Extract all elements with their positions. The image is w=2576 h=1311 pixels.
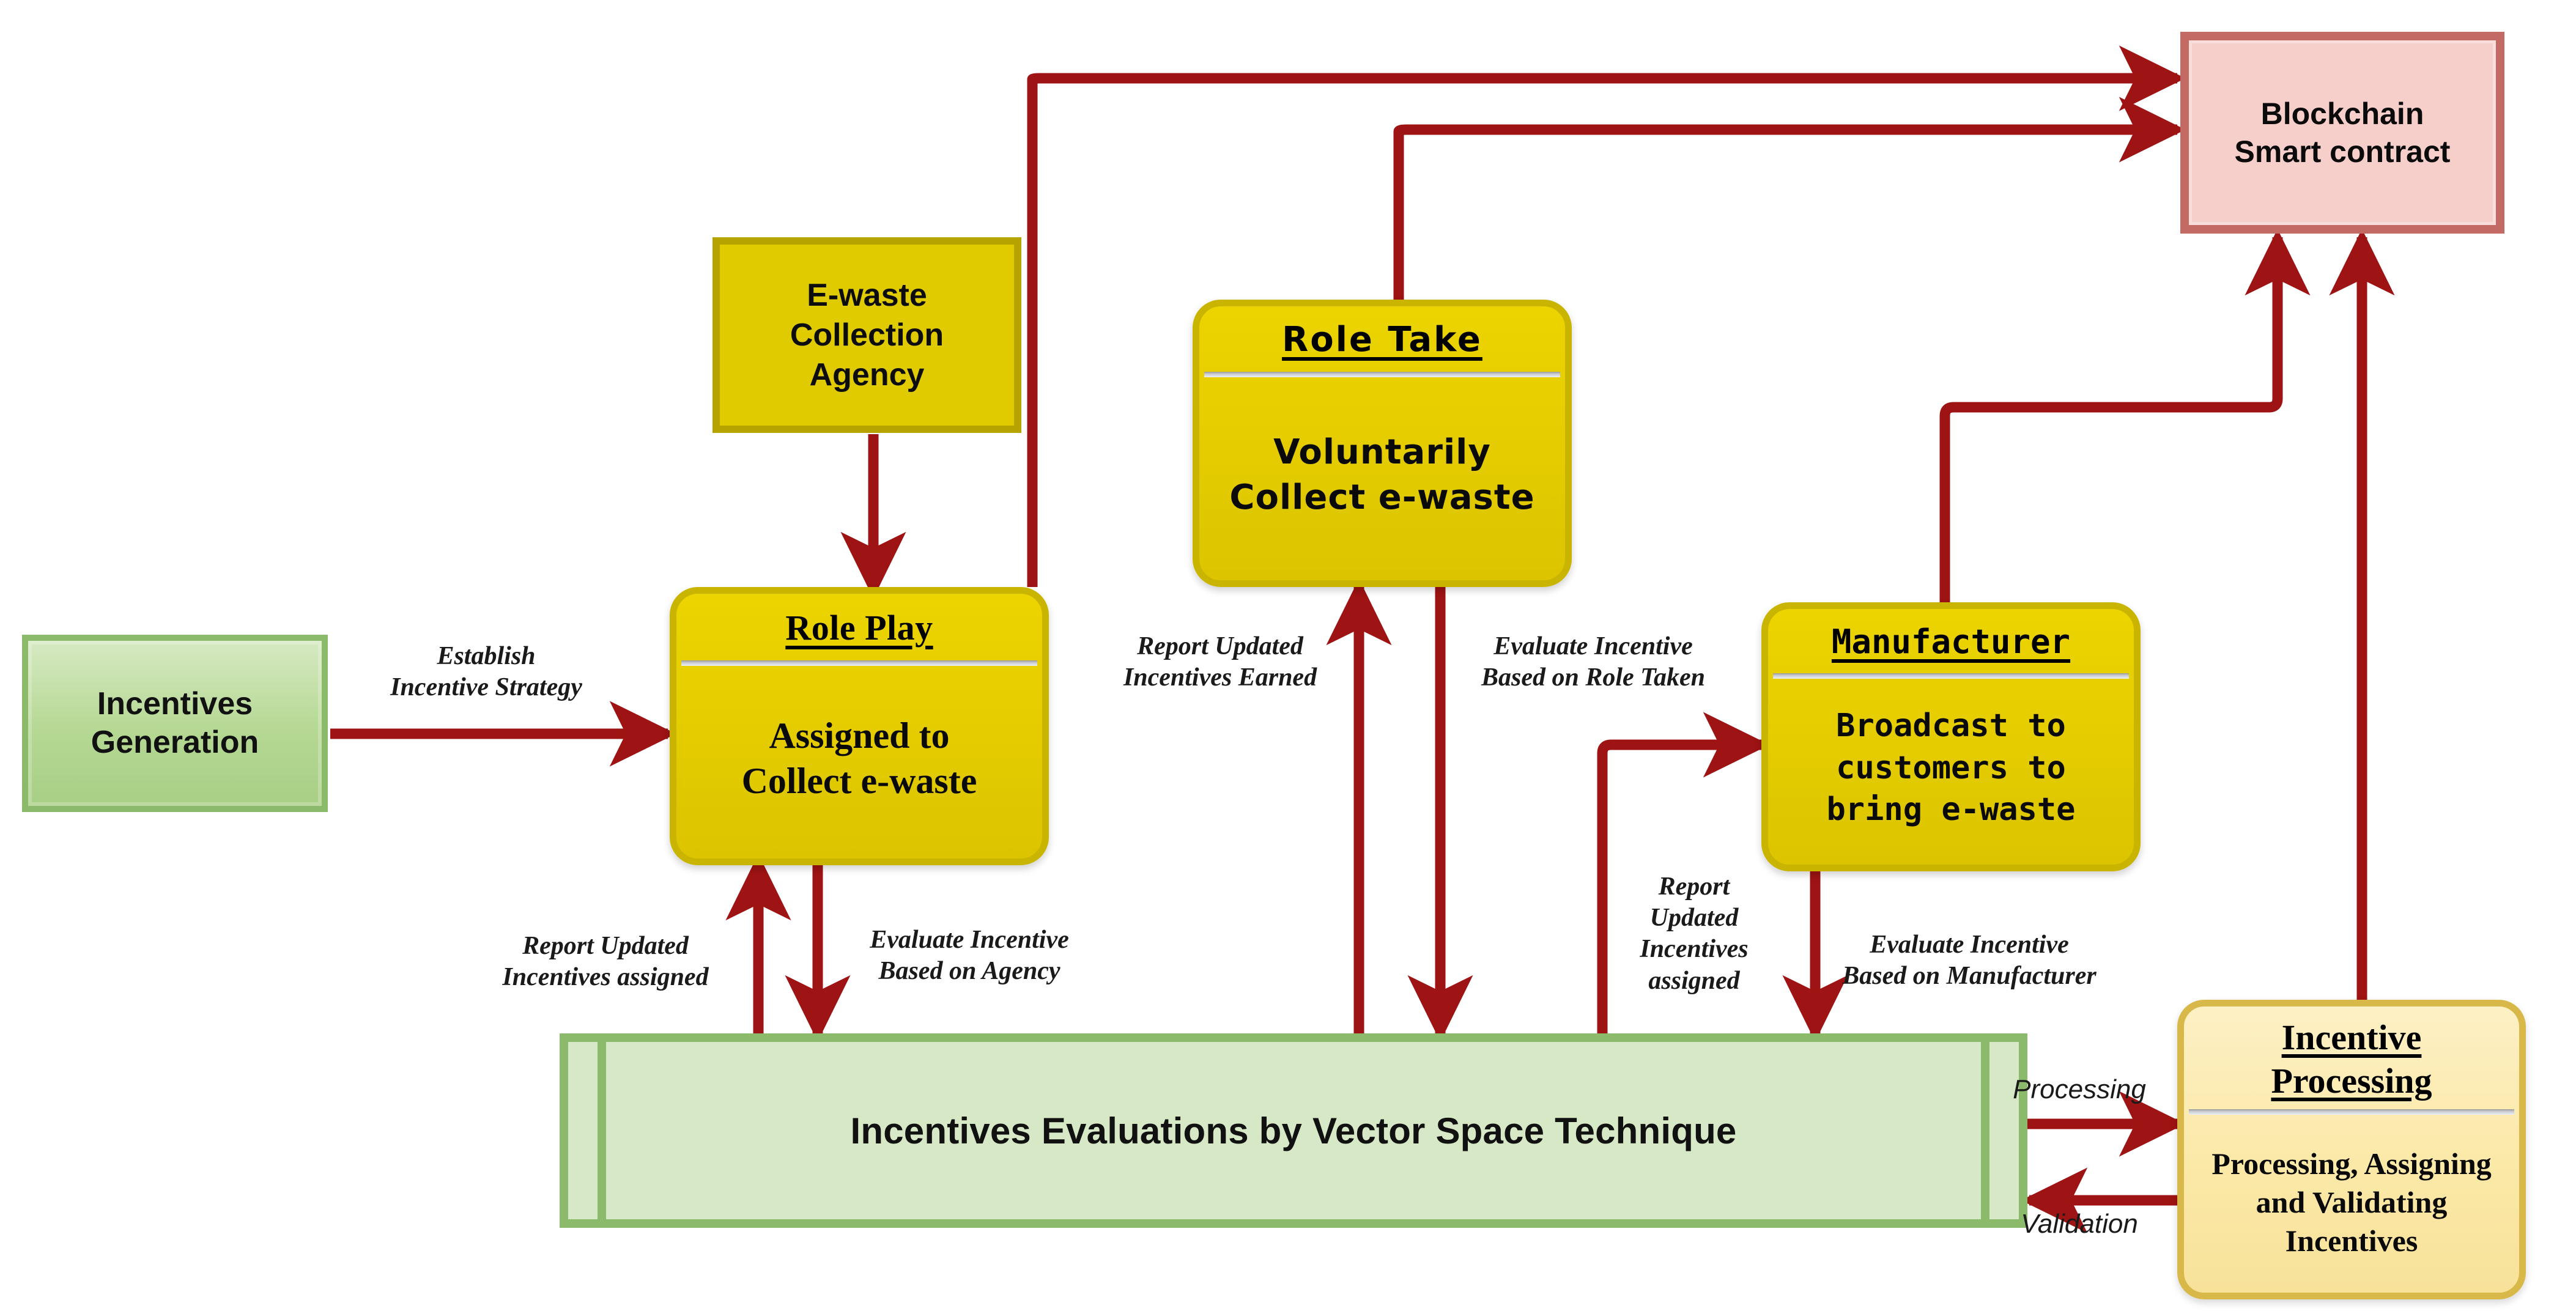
evaluation-band-label: Incentives Evaluations by Vector Space T… xyxy=(850,1110,1737,1151)
evaluation-band-inner: Incentives Evaluations by Vector Space T… xyxy=(568,1042,2019,1219)
node-manufacturer[interactable]: Manufacturer Broadcast to customers to b… xyxy=(1761,602,2141,871)
diagram-canvas: Incentives Generation E-waste Collection… xyxy=(0,0,2576,1311)
band-right-stripe xyxy=(1989,1042,2019,1219)
node-manufacturer-separator xyxy=(1773,673,2129,679)
edge-label-processing: Processing xyxy=(2013,1074,2146,1104)
edge-roletake-to-blockchain xyxy=(1393,97,2186,303)
node-incentives-generation-label: Incentives Generation xyxy=(91,685,259,760)
node-incentive-processing-body: Processing, Assigning and Validating Inc… xyxy=(2211,1146,2492,1258)
node-role-take[interactable]: Role Take Voluntarily Collect e-waste xyxy=(1193,300,1572,587)
node-incentive-processing-separator xyxy=(2189,1109,2514,1115)
node-role-play-separator xyxy=(681,660,1037,666)
edge-label-evaluate-manufacturer: Evaluate Incentive Based on Manufacturer xyxy=(1842,931,2097,991)
band-main-area: Incentives Evaluations by Vector Space T… xyxy=(606,1042,1981,1219)
node-role-take-body: Voluntarily Collect e-waste xyxy=(1229,432,1535,517)
node-role-play-title: Role Play xyxy=(785,608,933,648)
node-role-play-body: Assigned to Collect e-waste xyxy=(741,715,977,801)
node-role-take-title: Role Take xyxy=(1282,320,1482,360)
node-blockchain-label: Blockchain Smart contract xyxy=(2234,96,2451,169)
node-collection-agency-label: E-waste Collection Agency xyxy=(790,277,944,393)
edge-label-report-earned: Report Updated Incentives Earned xyxy=(1123,632,1317,692)
band-left-stripe xyxy=(568,1042,598,1219)
node-collection-agency[interactable]: E-waste Collection Agency xyxy=(712,237,1021,433)
node-role-play[interactable]: Role Play Assigned to Collect e-waste xyxy=(670,587,1049,865)
band-right-divider xyxy=(1981,1042,1989,1219)
edge-label-report-assigned-left: Report Updated Incentives assigned xyxy=(502,932,709,992)
node-manufacturer-title: Manufacturer xyxy=(1831,622,2071,661)
node-evaluation-band[interactable]: Incentives Evaluations by Vector Space T… xyxy=(560,1033,2027,1228)
band-left-divider xyxy=(598,1042,606,1219)
edge-label-evaluate-role-taken: Evaluate Incentive Based on Role Taken xyxy=(1481,632,1705,692)
edge-label-report-assigned-right: Report Updated Incentives assigned xyxy=(1640,873,1749,995)
edge-label-evaluate-agency: Evaluate Incentive Based on Agency xyxy=(870,926,1069,986)
node-manufacturer-body: Broadcast to customers to bring e-waste xyxy=(1826,707,2076,829)
node-incentive-processing-title: Incentive Processing xyxy=(2271,1017,2432,1101)
node-incentives-generation[interactable]: Incentives Generation xyxy=(22,635,328,812)
edge-label-validation: Validation xyxy=(2021,1209,2138,1239)
node-blockchain-smart-contract[interactable]: Blockchain Smart contract xyxy=(2180,32,2504,234)
node-incentive-processing[interactable]: Incentive Processing Processing, Assigni… xyxy=(2177,1000,2526,1299)
node-role-take-separator xyxy=(1204,372,1560,377)
edge-label-establish-strategy: Establish Incentive Strategy xyxy=(390,642,582,702)
